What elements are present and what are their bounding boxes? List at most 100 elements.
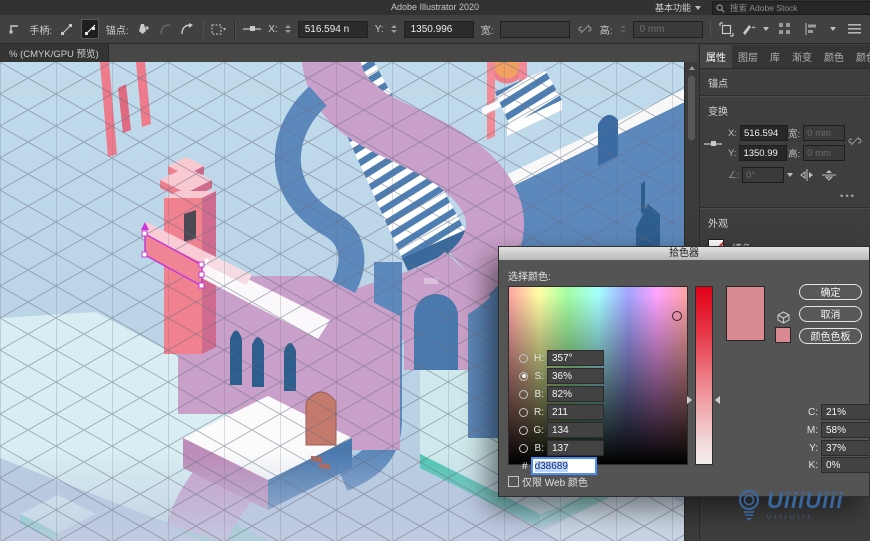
radio-r[interactable] [519, 407, 528, 417]
corner-anchor-icon[interactable] [7, 20, 22, 38]
scroll-up-icon[interactable] [688, 66, 695, 70]
bounding-box-icon[interactable] [211, 20, 227, 38]
r-field[interactable]: 211 [547, 404, 604, 420]
b-label: B: [534, 388, 544, 400]
right-icon-cluster [776, 20, 863, 38]
s-field[interactable]: 36% [547, 368, 604, 384]
radio-s[interactable] [519, 371, 528, 381]
ok-button[interactable]: 确定 [799, 284, 862, 300]
g-label: G: [533, 424, 544, 436]
height-input[interactable] [637, 22, 698, 36]
slider-arrow-left-icon[interactable] [687, 396, 692, 404]
tab-gradient[interactable]: 渐变 [786, 45, 818, 68]
color-field-marker[interactable] [672, 311, 682, 321]
web-color-warning-icon[interactable] [777, 311, 790, 324]
chevron-down-icon[interactable] [830, 27, 837, 31]
arrange-grid-icon[interactable] [776, 20, 794, 38]
y-stepper[interactable] [390, 25, 397, 33]
flip-vertical-icon[interactable] [822, 169, 836, 181]
scrollbar-thumb[interactable] [688, 76, 695, 140]
g-field[interactable]: 134 [547, 422, 604, 438]
c-field[interactable]: 21% [821, 404, 870, 420]
reference-point-icon[interactable] [243, 20, 262, 38]
workspace-label: 基本功能 [655, 3, 692, 13]
tab-layers[interactable]: 图层 [732, 45, 764, 68]
x-label: X: [728, 127, 737, 139]
watermark: UiiiUiii UIIIUIII [737, 489, 843, 523]
x-stepper[interactable] [284, 25, 291, 33]
tab-libraries[interactable]: 库 [764, 45, 786, 68]
y-input[interactable] [408, 22, 469, 36]
anchor-section-title: 锚点 [708, 79, 728, 90]
search-input[interactable] [728, 2, 870, 14]
web-safe-color-swatch[interactable] [775, 327, 791, 343]
corner-arc-icon[interactable] [180, 20, 195, 38]
b-field[interactable]: 82% [547, 386, 604, 402]
saturation-slider[interactable] [695, 286, 713, 465]
transform-h-field[interactable]: 0 mm [803, 145, 846, 161]
slider-arrow-right-icon[interactable] [715, 396, 720, 404]
width-label: 宽: [480, 25, 494, 37]
chevron-down-icon[interactable] [763, 27, 770, 31]
transform-y-field[interactable]: 1350.99 [739, 145, 788, 161]
handle-label: 手柄: [29, 25, 53, 37]
menu-icon[interactable] [845, 20, 863, 38]
tab-properties[interactable]: 属性 [700, 45, 732, 68]
panel-tabs: 属性 图层 库 渐变 颜色 颜色参 [700, 45, 870, 69]
k-label: K: [808, 459, 818, 471]
chevron-down-icon [695, 5, 702, 10]
align-options-icon[interactable] [803, 20, 821, 38]
handle-mirror-button[interactable] [59, 20, 74, 38]
tab-color-guide[interactable]: 颜色参 [850, 45, 870, 68]
m-label: M: [806, 424, 818, 436]
radio-h[interactable] [519, 353, 528, 363]
transform-again-icon[interactable] [718, 20, 734, 38]
web-only-checkbox[interactable] [508, 476, 519, 487]
link-dimensions-icon[interactable] [848, 135, 862, 147]
shaper-tool-icon[interactable] [741, 20, 756, 38]
control-bar: 手柄: 锚点: X: Y: 宽: 高: [0, 15, 870, 44]
x-label: X: [268, 23, 278, 35]
height-stepper[interactable] [619, 25, 626, 33]
smooth-arc-icon[interactable] [158, 20, 173, 38]
add-anchor-pen-icon[interactable] [136, 20, 151, 38]
radio-g[interactable] [519, 425, 528, 435]
b2-label: B: [534, 442, 544, 454]
divider [709, 20, 712, 38]
y-field[interactable]: 37% [821, 440, 870, 456]
reference-point-icon[interactable] [704, 139, 722, 149]
dialog-title[interactable]: 拾色器 [499, 247, 869, 260]
tab-color[interactable]: 颜色 [818, 45, 850, 68]
watermark-text: UiiiUiii [767, 488, 844, 513]
hex-field[interactable]: d38689 [530, 457, 597, 475]
width-input[interactable] [505, 22, 566, 36]
transform-x-field[interactable]: 516.594 [739, 125, 788, 141]
transform-w-field[interactable]: 0 mm [803, 125, 846, 141]
m-field[interactable]: 58% [821, 422, 870, 438]
cancel-button[interactable]: 取消 [799, 306, 862, 322]
y-label: Y: [809, 442, 818, 454]
angle-field[interactable]: 0° [742, 167, 785, 183]
h-field[interactable]: 357° [547, 350, 604, 366]
radio-b[interactable] [519, 389, 528, 399]
lightbulb-icon [739, 490, 759, 521]
more-options[interactable]: ••• [840, 191, 856, 202]
s-label: S: [534, 370, 544, 382]
b2-field[interactable]: 137 [547, 440, 604, 456]
x-input[interactable] [302, 22, 363, 36]
search-icon [716, 3, 725, 13]
link-dimensions-icon[interactable] [577, 20, 592, 38]
flip-horizontal-icon[interactable] [800, 169, 814, 181]
document-tab[interactable]: % (CMYK/GPU 预览) [0, 44, 109, 62]
title-bar: Adobe Illustrator 2020 基本功能 [0, 0, 870, 16]
handle-free-button[interactable] [81, 19, 99, 39]
chevron-down-icon[interactable] [787, 173, 794, 177]
transform-section-title: 变换 [708, 107, 728, 118]
radio-b2[interactable] [519, 443, 528, 453]
stock-search[interactable] [712, 1, 870, 15]
workspace-switcher[interactable]: 基本功能 [650, 1, 706, 14]
divider [202, 20, 205, 38]
k-field[interactable]: 0% [821, 457, 870, 473]
color-swatches-button[interactable]: 颜色色板 [799, 328, 862, 344]
hex-label: # [522, 460, 528, 472]
